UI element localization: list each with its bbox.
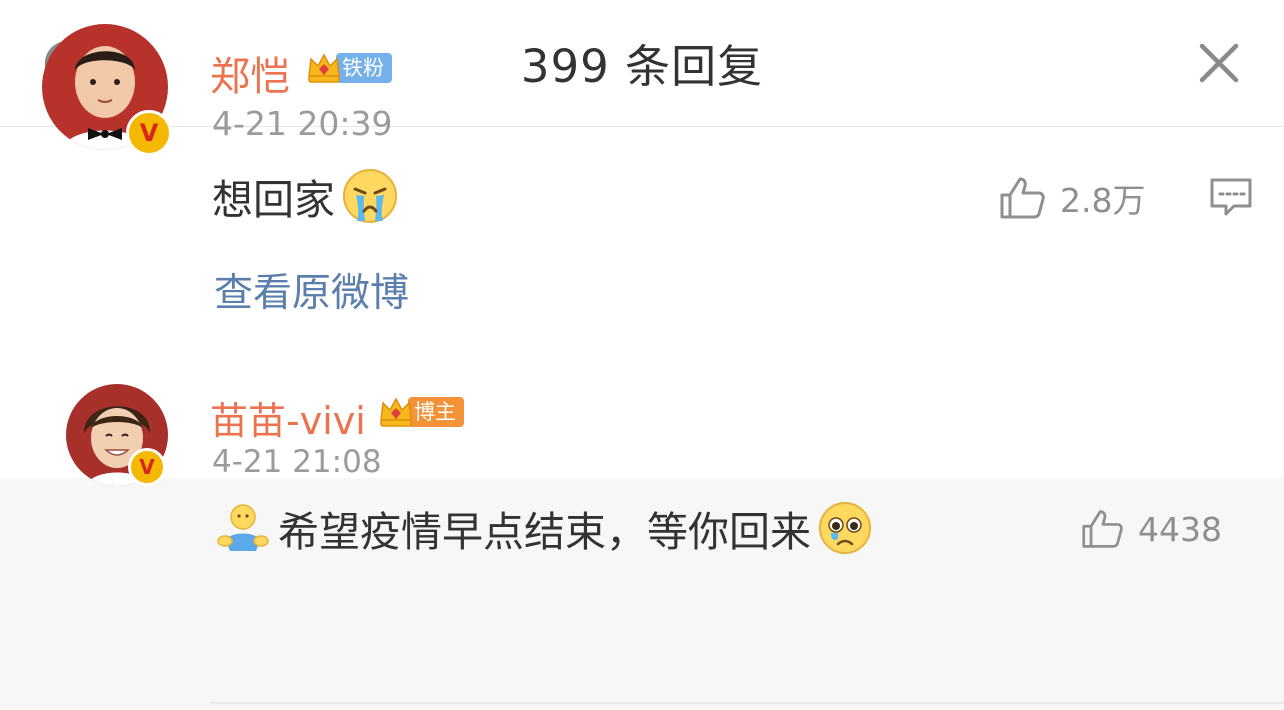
verified-badge: V <box>126 110 172 156</box>
comment-body: 希望疫情早点结束，等你回来 <box>278 508 811 556</box>
fan-badge[interactable]: 铁粉 <box>306 50 392 86</box>
thumbs-up-icon <box>1000 177 1045 219</box>
close-icon <box>1199 43 1239 83</box>
hugging-figure-emoji-icon <box>217 504 269 551</box>
view-original-post-link[interactable]: 查看原微博 <box>214 262 409 318</box>
thumbs-up-icon <box>1082 510 1123 548</box>
crying-face-emoji-icon <box>343 169 397 223</box>
timestamp: 4-21 20:39 <box>212 104 393 143</box>
comment-text: 想回家 <box>212 166 399 226</box>
blogger-badge[interactable]: 博主 <box>378 394 464 430</box>
comment-button[interactable] <box>1208 176 1254 220</box>
main-like-button[interactable]: 2.8万 <box>998 174 1145 222</box>
divider <box>210 702 1284 704</box>
crown-icon <box>380 397 412 427</box>
comment-body: 想回家 <box>212 176 335 224</box>
main-comment: 2.8万 <box>0 128 1284 478</box>
username[interactable]: 郑恺 <box>210 44 290 102</box>
reply-text: 希望疫情早点结束，等你回来 <box>216 498 873 558</box>
close-button[interactable] <box>1188 32 1250 94</box>
badge-label: 博主 <box>408 397 464 427</box>
like-count: 4438 <box>1138 509 1222 549</box>
page-title: 399 条回复 <box>520 40 764 93</box>
header-bar: 399 条回复 <box>0 0 1284 127</box>
username[interactable]: 苗苗-vivi <box>210 390 366 445</box>
verified-badge: V <box>128 448 166 486</box>
like-count: 2.8万 <box>1060 181 1146 220</box>
teary-eyed-face-emoji-icon <box>819 502 871 554</box>
crown-icon <box>308 53 340 83</box>
badge-label: 铁粉 <box>336 53 392 83</box>
reply-like-button[interactable]: 4438 <box>1080 508 1222 550</box>
comment-icon <box>1210 178 1252 216</box>
timestamp: 4-21 21:08 <box>212 444 382 480</box>
